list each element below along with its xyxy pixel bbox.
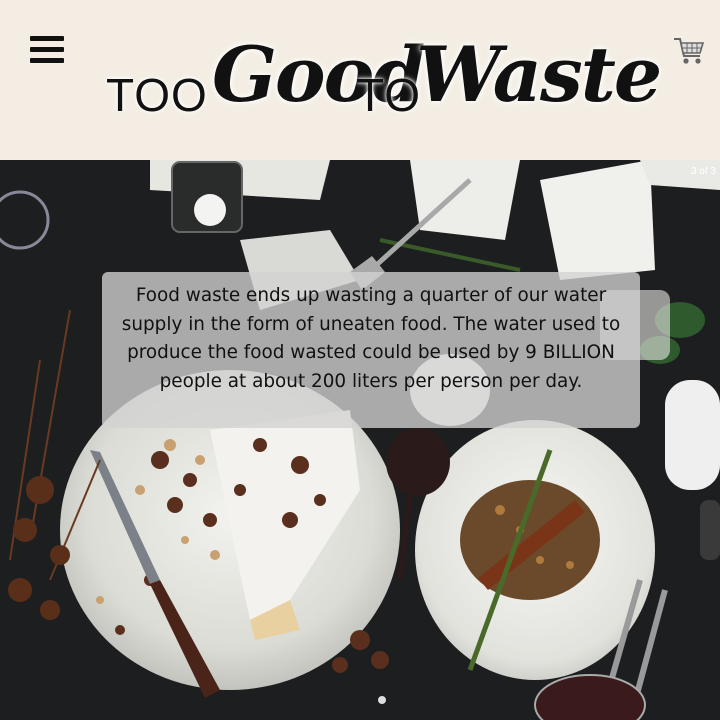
- site-header: TOO Good TO Waste: [0, 0, 720, 160]
- hero-caption-box: Food waste ends up wasting a quarter of …: [102, 272, 640, 428]
- slide-dot-active[interactable]: [378, 696, 386, 704]
- hamburger-menu-icon[interactable]: [30, 36, 64, 66]
- food-waste-table-image: [0, 160, 720, 720]
- slide-counter: 3 of 3: [690, 166, 716, 177]
- site-logo[interactable]: TOO Good TO Waste: [104, 20, 662, 140]
- logo-word-to: TO: [356, 69, 422, 121]
- logo-word-waste: Waste: [416, 30, 662, 119]
- shopping-cart-icon[interactable]: [672, 34, 706, 68]
- hero-caption-text: Food waste ends up wasting a quarter of …: [121, 285, 621, 392]
- hero-slideshow[interactable]: 3 of 3 Food waste ends up wasting a quar…: [0, 160, 720, 720]
- logo-word-too: TOO: [106, 69, 208, 121]
